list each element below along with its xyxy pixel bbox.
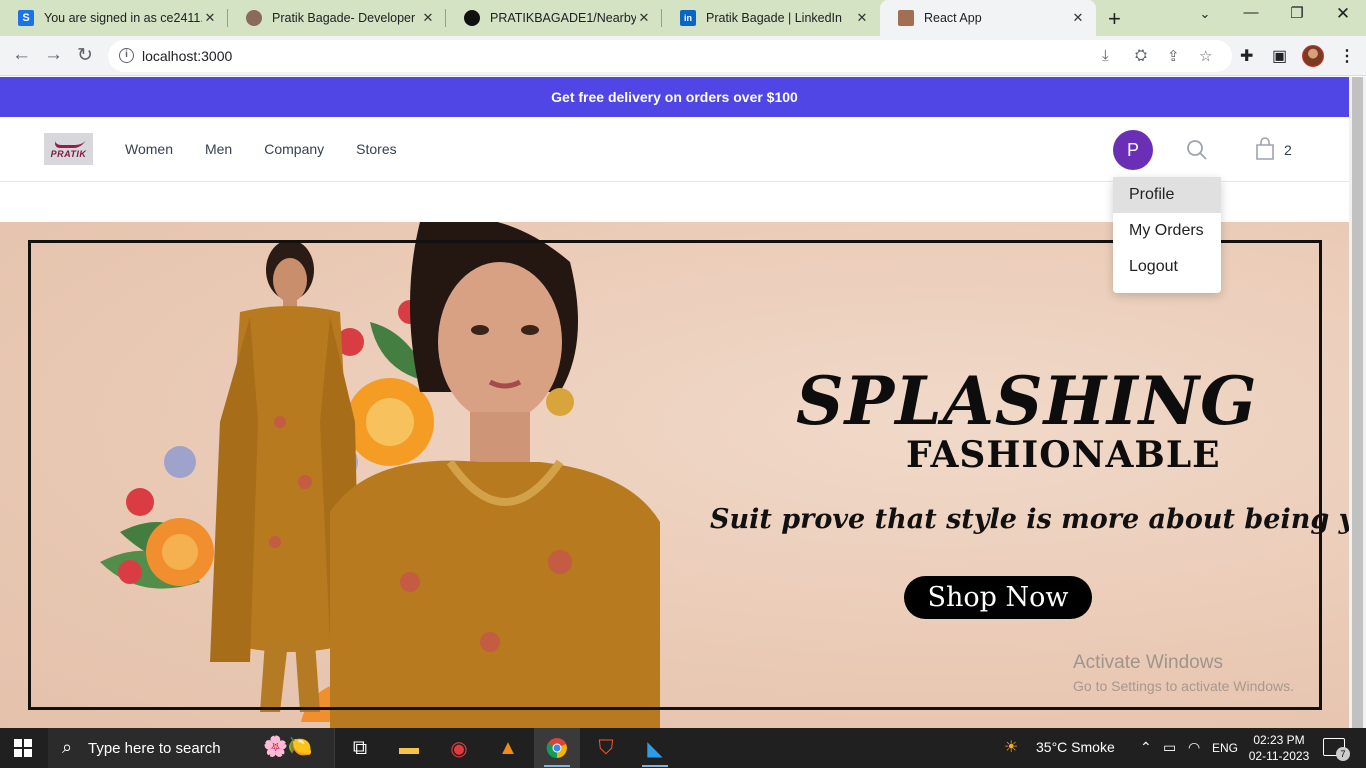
bookmark-star-icon[interactable]: ☆ <box>1199 47 1212 65</box>
nav-link-company[interactable]: Company <box>264 141 324 157</box>
cart-count: 2 <box>1284 142 1292 158</box>
back-arrow-icon[interactable]: ← <box>12 44 31 66</box>
main-nav: Women Men Company Stores <box>125 141 429 157</box>
tab-favicon <box>246 10 262 26</box>
address-bar[interactable]: i localhost:3000 ⤓ ⛭ ⇪ ☆ <box>108 40 1232 72</box>
tab-title: PRATIKBAGADE1/Nearby-Ho... <box>490 11 636 25</box>
windows-activation-watermark: Activate Windows Go to Settings to activ… <box>1073 652 1294 694</box>
page-scrollbar[interactable] <box>1349 77 1366 728</box>
browser-tab-active[interactable]: React App ✕ <box>880 0 1096 36</box>
battery-icon[interactable]: ▭ <box>1163 739 1176 756</box>
shop-now-button[interactable]: Shop Now <box>904 576 1092 619</box>
logo-swoosh <box>51 139 86 148</box>
taskbar-search-placeholder: Type here to search <box>88 740 221 757</box>
forward-arrow-icon[interactable]: → <box>44 44 63 66</box>
close-tab-icon[interactable]: ✕ <box>202 10 218 26</box>
tab-favicon <box>898 10 914 26</box>
weather-text[interactable]: 35°C Smoke <box>1036 739 1115 755</box>
side-panel-icon[interactable]: ▣ <box>1272 46 1287 66</box>
browser-toolbar: ← → ↻ i localhost:3000 ⤓ ⛭ ⇪ ☆ ✚ ▣ ⋮ <box>0 36 1366 76</box>
github-icon <box>464 10 480 26</box>
browser-tab-strip: S You are signed in as ce2411... ✕ Prati… <box>0 0 1366 36</box>
browser-tab[interactable]: in Pratik Bagade | LinkedIn ✕ <box>662 0 880 36</box>
site-logo[interactable]: PRATIK <box>44 133 93 165</box>
screen-recorder-icon[interactable]: ◉ <box>436 728 482 768</box>
menu-item-my-orders[interactable]: My Orders <box>1113 213 1221 249</box>
menu-item-logout[interactable]: Logout <box>1113 249 1221 285</box>
search-icon[interactable] <box>1186 139 1208 161</box>
nav-link-men[interactable]: Men <box>205 141 232 157</box>
tab-title: Pratik Bagade- Developer <box>272 11 416 25</box>
extensions-puzzle-icon[interactable]: ✚ <box>1240 46 1253 66</box>
tab-search-icon[interactable]: ⌄ <box>1182 6 1228 22</box>
windows-taskbar: ⌕ Type here to search 🌸🍋 ⧉ ▬ ◉ ▲ ⛉ ◣ ☀ 3… <box>0 728 1366 768</box>
file-explorer-icon[interactable]: ▬ <box>386 728 432 768</box>
tab-title: React App <box>924 11 982 25</box>
taskbar-clock[interactable]: 02:23 PM 02-11-2023 <box>1248 732 1310 764</box>
search-icon: ⌕ <box>62 737 73 757</box>
scrollbar-thumb[interactable] <box>1352 77 1363 728</box>
site-info-icon[interactable]: i <box>119 48 134 63</box>
web-page: Get free delivery on orders over $100 PR… <box>0 77 1349 728</box>
site-header: PRATIK Women Men Company Stores P 2 <box>0 117 1349 182</box>
close-tab-icon[interactable]: ✕ <box>1070 10 1086 26</box>
new-tab-button[interactable]: + <box>1108 6 1121 32</box>
language-indicator[interactable]: ENG <box>1212 741 1238 755</box>
restore-button[interactable]: ❐ <box>1274 4 1320 22</box>
notification-center-icon[interactable]: 7 <box>1323 738 1350 761</box>
wifi-icon[interactable]: ◠ <box>1188 739 1200 756</box>
tab-title: You are signed in as ce2411... <box>44 11 202 25</box>
minimize-button[interactable]: — <box>1228 4 1274 21</box>
tab-title: Pratik Bagade | LinkedIn <box>706 11 842 25</box>
watermark-subtitle: Go to Settings to activate Windows. <box>1073 678 1294 694</box>
announcement-banner: Get free delivery on orders over $100 <box>0 77 1349 117</box>
menu-item-profile[interactable]: Profile <box>1113 177 1221 213</box>
vlc-icon[interactable]: ▲ <box>485 728 531 768</box>
tab-favicon: S <box>18 10 34 26</box>
vscode-icon[interactable]: ◣ <box>632 728 678 768</box>
user-avatar-button[interactable]: P <box>1113 130 1153 170</box>
notification-count-badge: 7 <box>1336 747 1350 761</box>
hero-subheadline: FASHIONABLE <box>906 434 1221 476</box>
install-app-icon[interactable]: ⤓ <box>1102 47 1109 64</box>
close-tab-icon[interactable]: ✕ <box>636 10 652 26</box>
close-tab-icon[interactable]: ✕ <box>854 10 870 26</box>
url-text[interactable]: localhost:3000 <box>142 48 232 64</box>
brave-browser-icon[interactable]: ⛉ <box>583 728 629 768</box>
search-highlight-flowers-icon: 🌸🍋 <box>263 736 313 758</box>
browser-tab[interactable]: Pratik Bagade- Developer ✕ <box>228 0 446 36</box>
nav-link-women[interactable]: Women <box>125 141 173 157</box>
show-hidden-icons-chevron-icon[interactable]: ⌃ <box>1140 739 1152 756</box>
profile-dropdown-menu: Profile My Orders Logout <box>1113 177 1221 293</box>
hero-tagline: Suit prove that style is more about bein… <box>710 504 1349 535</box>
share-icon[interactable]: ⇪ <box>1167 47 1180 65</box>
browser-tab[interactable]: PRATIKBAGADE1/Nearby-Ho... ✕ <box>446 0 662 36</box>
hero-headline: SPLASHING <box>796 362 1258 440</box>
translate-icon[interactable]: ⛭ <box>1135 47 1147 64</box>
close-window-button[interactable]: ✕ <box>1320 4 1366 24</box>
taskbar-search-box[interactable]: ⌕ Type here to search 🌸🍋 <box>48 728 335 768</box>
browser-tab[interactable]: S You are signed in as ce2411... ✕ <box>0 0 228 36</box>
chrome-menu-icon[interactable]: ⋮ <box>1339 46 1355 66</box>
windows-start-icon[interactable] <box>14 739 32 757</box>
nav-link-stores[interactable]: Stores <box>356 141 396 157</box>
clock-time: 02:23 PM <box>1253 733 1305 747</box>
watermark-title: Activate Windows <box>1073 652 1223 673</box>
chrome-taskbar-icon[interactable] <box>534 728 580 768</box>
logo-text: PRATIK <box>50 148 87 159</box>
task-view-icon[interactable]: ⧉ <box>337 728 383 768</box>
shopping-bag-icon[interactable] <box>1255 137 1275 161</box>
close-tab-icon[interactable]: ✕ <box>420 10 436 26</box>
clock-date: 02-11-2023 <box>1248 749 1310 763</box>
reload-icon[interactable]: ↻ <box>77 44 93 67</box>
chrome-profile-avatar[interactable] <box>1302 45 1324 67</box>
weather-icon[interactable]: ☀ <box>1004 737 1018 757</box>
chrome-icon <box>546 738 567 759</box>
linkedin-icon: in <box>680 10 696 26</box>
